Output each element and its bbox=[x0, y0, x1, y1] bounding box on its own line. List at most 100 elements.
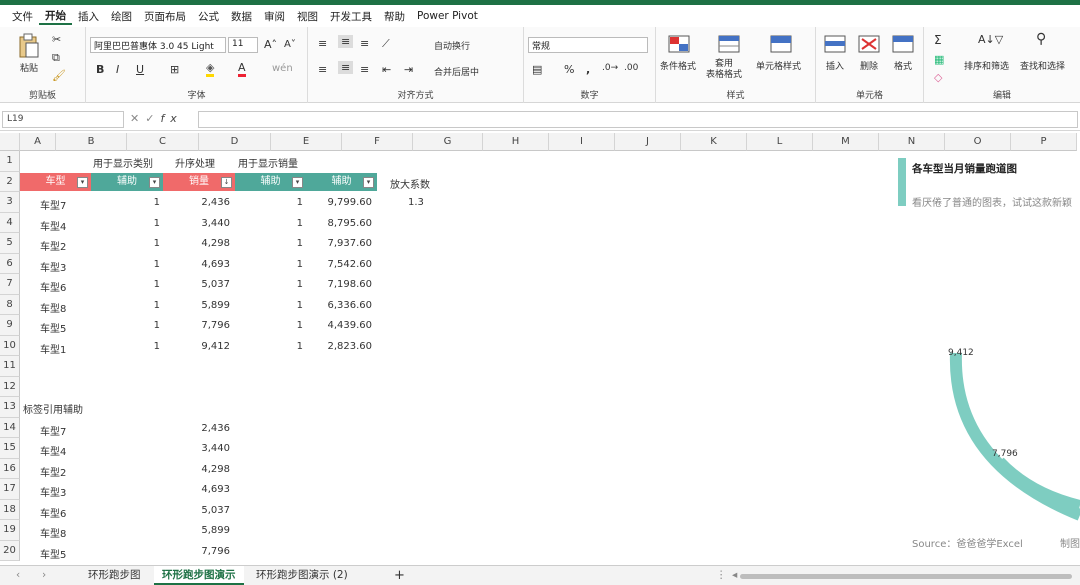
confirm-icon[interactable]: ✓ bbox=[145, 112, 160, 125]
column-header-j[interactable]: J bbox=[615, 133, 681, 151]
label-cell-sales[interactable]: 7,796 bbox=[201, 546, 230, 557]
column-header-i[interactable]: I bbox=[549, 133, 615, 151]
column-header-m[interactable]: M bbox=[813, 133, 879, 151]
label-cell-model[interactable]: 车型8 bbox=[40, 525, 66, 540]
table-format-button[interactable]: 套用 表格格式 bbox=[706, 59, 742, 81]
table-cell-model[interactable]: 车型8 bbox=[40, 300, 66, 315]
row-header-10[interactable]: 10 bbox=[0, 335, 20, 356]
column-header-n[interactable]: N bbox=[879, 133, 945, 151]
table-cell-model[interactable]: 车型7 bbox=[40, 197, 66, 212]
column-header-k[interactable]: K bbox=[681, 133, 747, 151]
border-icon[interactable]: ⊞ bbox=[170, 63, 179, 76]
select-all-corner[interactable] bbox=[0, 133, 20, 151]
table-cell-b[interactable]: 1 bbox=[154, 300, 160, 311]
label-cell-sales[interactable]: 5,037 bbox=[201, 505, 230, 516]
font-size-select[interactable]: 11 bbox=[228, 37, 258, 53]
filter-dropdown-icon[interactable]: ▾ bbox=[77, 177, 88, 188]
table-cell-d[interactable]: 1 bbox=[297, 279, 303, 290]
align-top-icon[interactable]: ≡ bbox=[318, 37, 327, 50]
table-cell-b[interactable]: 1 bbox=[154, 320, 160, 331]
table-cell-e[interactable]: 7,542.60 bbox=[327, 259, 372, 270]
number-format-select[interactable]: 常规 bbox=[528, 37, 648, 53]
table-cell-b[interactable]: 1 bbox=[154, 238, 160, 249]
row-header-9[interactable]: 9 bbox=[0, 315, 20, 336]
table-cell-e[interactable]: 8,795.60 bbox=[327, 218, 372, 229]
insert-button[interactable]: 插入 bbox=[826, 59, 844, 72]
find-icon[interactable]: ⚲ bbox=[1036, 31, 1046, 47]
menu-developer[interactable]: 开发工具 bbox=[324, 9, 378, 24]
clear-icon[interactable]: ◇ bbox=[934, 71, 942, 84]
table-cell-d[interactable]: 1 bbox=[297, 238, 303, 249]
sort-filter-icon[interactable]: A↓▽ bbox=[978, 33, 1003, 46]
menu-help[interactable]: 帮助 bbox=[378, 9, 411, 24]
label-cell-model[interactable]: 车型2 bbox=[40, 464, 66, 479]
column-header-h[interactable]: H bbox=[483, 133, 549, 151]
decrease-decimal-icon[interactable]: .00 bbox=[624, 63, 638, 73]
decrease-indent-icon[interactable]: ⇤ bbox=[382, 63, 391, 76]
table-cell-d[interactable]: 1 bbox=[297, 259, 303, 270]
table-cell-model[interactable]: 车型1 bbox=[40, 341, 66, 356]
table-cell-e[interactable]: 7,198.60 bbox=[327, 279, 372, 290]
fill-icon[interactable]: ▦ bbox=[934, 53, 944, 66]
table-cell-model[interactable]: 车型3 bbox=[40, 259, 66, 274]
table-cell-d[interactable]: 1 bbox=[297, 320, 303, 331]
table-cell-b[interactable]: 1 bbox=[154, 259, 160, 270]
add-sheet-icon[interactable]: + bbox=[386, 566, 413, 585]
table-format-icon[interactable] bbox=[718, 35, 740, 53]
menu-formulas[interactable]: 公式 bbox=[192, 9, 225, 24]
cancel-icon[interactable]: ✕ bbox=[130, 112, 145, 125]
filter-dropdown-icon[interactable]: ▾ bbox=[363, 177, 374, 188]
table-cell-c[interactable]: 4,298 bbox=[201, 238, 230, 249]
sheet-tab-2[interactable]: 环形跑步图演示 bbox=[154, 566, 244, 585]
table-cell-c[interactable]: 5,899 bbox=[201, 300, 230, 311]
column-header-l[interactable]: L bbox=[747, 133, 813, 151]
label-cell-model[interactable]: 车型7 bbox=[40, 423, 66, 438]
currency-icon[interactable]: ▤ bbox=[532, 63, 542, 76]
align-bottom-icon[interactable]: ≡ bbox=[360, 37, 369, 50]
sheet-tab-1[interactable]: 环形跑步图 bbox=[80, 566, 149, 585]
header-sales[interactable]: 销量 ↓ bbox=[163, 173, 235, 191]
conditional-format-button[interactable]: 条件格式 bbox=[660, 59, 696, 72]
table-cell-b[interactable]: 1 bbox=[154, 279, 160, 290]
menu-file[interactable]: 文件 bbox=[6, 9, 39, 24]
column-header-e[interactable]: E bbox=[271, 133, 342, 151]
table-cell-model[interactable]: 车型2 bbox=[40, 238, 66, 253]
format-painter-icon[interactable]: 🖌 bbox=[52, 69, 66, 82]
header-aux-d[interactable]: 辅助 ▾ bbox=[235, 173, 306, 191]
menu-view[interactable]: 视图 bbox=[291, 9, 324, 24]
row-header-7[interactable]: 7 bbox=[0, 274, 20, 295]
row-header-6[interactable]: 6 bbox=[0, 253, 20, 274]
comma-icon[interactable]: , bbox=[586, 63, 590, 76]
conditional-format-icon[interactable] bbox=[668, 35, 690, 53]
column-header-f[interactable]: F bbox=[342, 133, 413, 151]
formula-input[interactable] bbox=[198, 111, 1078, 128]
merge-center-button[interactable]: 合并后居中 bbox=[434, 65, 479, 78]
label-cell-sales[interactable]: 4,298 bbox=[201, 464, 230, 475]
tab-scroll-right-icon[interactable]: › bbox=[34, 566, 54, 585]
table-cell-b[interactable]: 1 bbox=[154, 197, 160, 208]
name-box[interactable]: L19 bbox=[2, 111, 124, 128]
menu-power-pivot[interactable]: Power Pivot bbox=[411, 10, 484, 22]
track-chart[interactable] bbox=[940, 343, 1080, 523]
label-cell-sales[interactable]: 5,899 bbox=[201, 525, 230, 536]
row-header-5[interactable]: 5 bbox=[0, 233, 20, 254]
table-cell-c[interactable]: 5,037 bbox=[201, 279, 230, 290]
row-header-12[interactable]: 12 bbox=[0, 376, 20, 397]
table-cell-c[interactable]: 4,693 bbox=[201, 259, 230, 270]
row-header-8[interactable]: 8 bbox=[0, 294, 20, 315]
autosum-icon[interactable]: Σ bbox=[934, 33, 942, 47]
menu-home[interactable]: 开始 bbox=[39, 8, 72, 25]
table-cell-c[interactable]: 3,440 bbox=[201, 218, 230, 229]
increase-decimal-icon[interactable]: .0→ bbox=[602, 63, 618, 73]
align-center-icon[interactable]: ≡ bbox=[338, 61, 354, 74]
table-cell-c[interactable]: 7,796 bbox=[201, 320, 230, 331]
format-cells-icon[interactable] bbox=[892, 35, 914, 53]
table-cell-d[interactable]: 1 bbox=[297, 218, 303, 229]
row-header-16[interactable]: 16 bbox=[0, 458, 20, 479]
sort-filter-button[interactable]: 排序和筛选 bbox=[964, 59, 1009, 72]
table-cell-b[interactable]: 1 bbox=[154, 218, 160, 229]
menu-draw[interactable]: 绘图 bbox=[105, 9, 138, 24]
table-cell-model[interactable]: 车型6 bbox=[40, 279, 66, 294]
wrap-text-button[interactable]: 自动换行 bbox=[434, 39, 470, 52]
menu-data[interactable]: 数据 bbox=[225, 9, 258, 24]
